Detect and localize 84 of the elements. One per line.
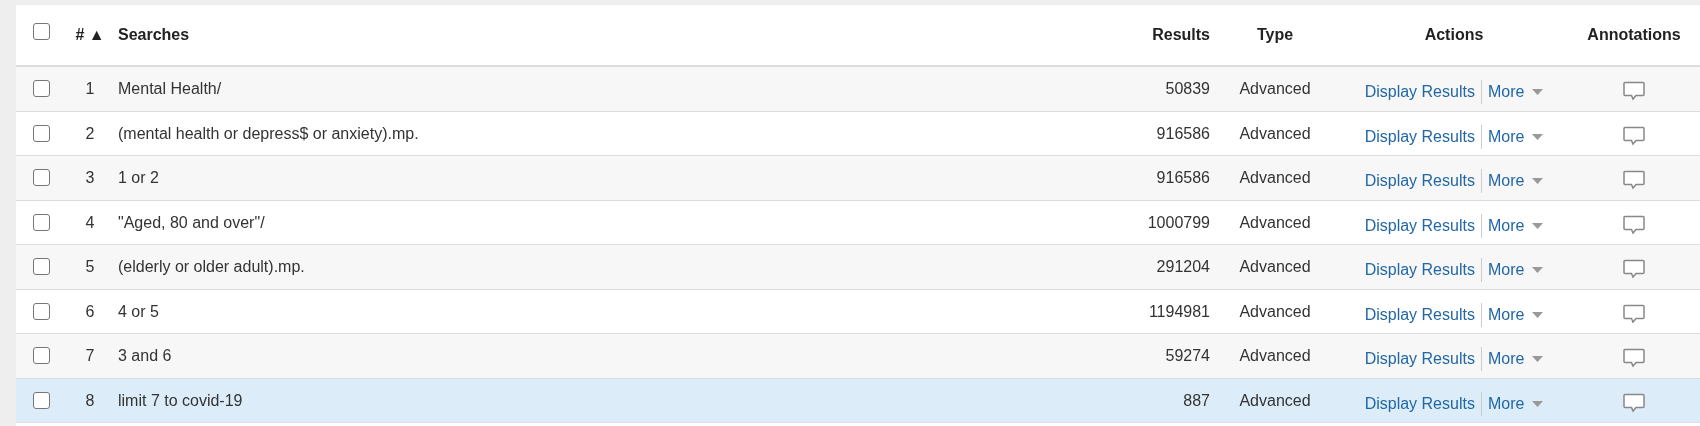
result-count: 291204 (1156, 257, 1210, 277)
checkbox[interactable] (32, 391, 50, 409)
more-dropdown[interactable]: More (1481, 80, 1544, 104)
display-results-link[interactable]: Display Results (1364, 302, 1482, 327)
checkbox[interactable] (32, 258, 50, 275)
search-query: (elderly or older adult).mp. (118, 257, 305, 277)
display-results-link[interactable]: Display Results (1364, 347, 1482, 371)
table-row[interactable]: 7 3 and 6 59274 Advanced Display Results More (16, 334, 1700, 379)
display-results-link[interactable]: Display Results (1364, 258, 1482, 282)
caret-icon (1532, 356, 1544, 362)
result-count: 916586 (1156, 123, 1210, 144)
table-row[interactable]: 5 (elderly or older adult).mp. 291204 Advanced Display Results More (16, 245, 1700, 290)
row-number: 3 (85, 168, 95, 188)
column-header: Type (1256, 25, 1294, 45)
search-type: Advanced (1239, 79, 1311, 99)
checkbox[interactable] (32, 347, 50, 364)
checkbox[interactable] (32, 302, 50, 320)
search-type: Advanced (1239, 257, 1311, 277)
row-number: 2 (85, 123, 95, 144)
more-dropdown[interactable]: More (1481, 391, 1544, 416)
row-number: 6 (85, 301, 95, 322)
caret-icon (1532, 178, 1544, 184)
row-number: 1 (85, 79, 95, 99)
display-results-link[interactable]: Display Results (1364, 124, 1482, 149)
comment-icon[interactable] (1623, 303, 1645, 324)
more-dropdown[interactable]: More (1481, 169, 1544, 193)
caret-icon (1532, 133, 1544, 140)
row-number: 7 (85, 346, 95, 366)
result-count: 1194981 (1148, 301, 1210, 322)
checkbox[interactable] (32, 80, 50, 97)
more-dropdown[interactable]: More (1481, 213, 1544, 238)
table-row[interactable]: 8 limit 7 to covid-19 887 Advanced Display Results More (16, 378, 1700, 423)
search-query: "Aged, 80 and over"/ (118, 212, 265, 233)
more-dropdown[interactable]: More (1481, 302, 1544, 327)
caret-icon (1532, 89, 1544, 95)
comment-icon[interactable] (1623, 170, 1645, 190)
search-type: Advanced (1239, 212, 1311, 233)
comment-icon[interactable] (1623, 348, 1645, 368)
search-query: (mental health or depress$ or anxiety).mp. (118, 123, 419, 144)
row-number: 8 (85, 390, 95, 411)
search-query: Mental Health/ (118, 79, 222, 99)
search-type: Advanced (1239, 346, 1311, 366)
checkbox[interactable] (32, 124, 50, 142)
more-dropdown[interactable]: More (1481, 258, 1544, 282)
caret-icon (1532, 222, 1544, 229)
checkbox[interactable] (32, 169, 50, 186)
display-results-link[interactable]: Display Results (1364, 391, 1482, 416)
search-type: Advanced (1239, 168, 1311, 188)
more-dropdown[interactable]: More (1481, 347, 1544, 371)
sort-header[interactable]: # ▲ (75, 23, 105, 47)
comment-icon[interactable] (1623, 81, 1645, 101)
row-number: 5 (85, 257, 95, 277)
display-results-link[interactable]: Display Results (1364, 169, 1482, 193)
caret-icon (1532, 400, 1544, 407)
comment-icon[interactable] (1623, 392, 1645, 413)
result-count: 887 (1183, 390, 1210, 411)
column-header: Annotations (1587, 25, 1681, 45)
checkbox[interactable] (32, 213, 50, 231)
column-header: Actions (1424, 25, 1484, 45)
result-count: 50839 (1165, 79, 1210, 99)
result-count: 59274 (1165, 346, 1210, 366)
search-type: Advanced (1239, 123, 1311, 144)
row-number: 4 (85, 212, 95, 233)
search-query: 4 or 5 (118, 301, 159, 322)
result-count: 916586 (1156, 168, 1210, 188)
display-results-link[interactable]: Display Results (1364, 80, 1482, 104)
search-type: Advanced (1239, 301, 1311, 322)
search-query: 1 or 2 (118, 168, 159, 188)
table-row[interactable]: 3 1 or 2 916586 Advanced Display Results More (16, 156, 1700, 201)
comment-icon[interactable] (1623, 125, 1645, 146)
column-header: Results (1152, 25, 1210, 45)
search-query: 3 and 6 (118, 346, 172, 366)
search-query: limit 7 to covid-19 (118, 390, 243, 411)
display-results-link[interactable]: Display Results (1364, 213, 1482, 238)
table-row[interactable]: 1 Mental Health/ 50839 Advanced Display Results More (16, 67, 1700, 112)
search-type: Advanced (1239, 390, 1311, 411)
checkbox[interactable] (32, 23, 50, 40)
more-dropdown[interactable]: More (1481, 124, 1544, 149)
caret-icon (1532, 267, 1544, 273)
result-count: 1000799 (1147, 212, 1210, 233)
comment-icon[interactable] (1623, 214, 1645, 235)
caret-icon (1532, 311, 1544, 318)
comment-icon[interactable] (1623, 259, 1645, 279)
column-header: Searches (118, 25, 190, 45)
